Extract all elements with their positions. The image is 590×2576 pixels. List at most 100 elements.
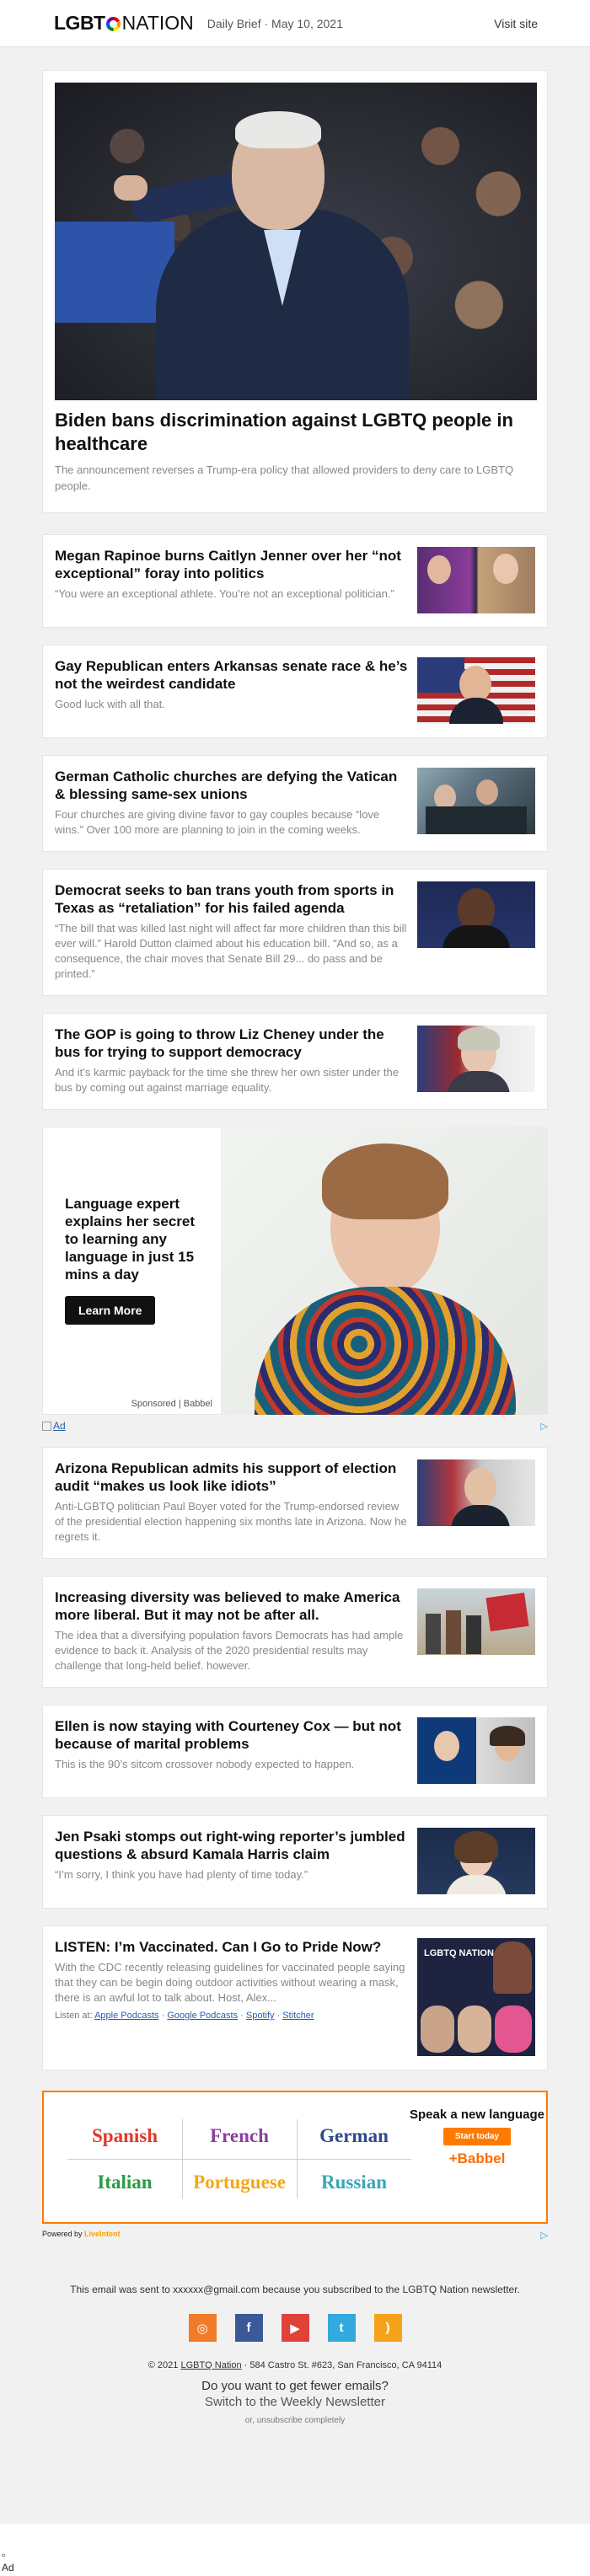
story-title[interactable]: Democrat seeks to ban trans youth from s… xyxy=(55,881,409,917)
story-title[interactable]: The GOP is going to throw Liz Cheney und… xyxy=(55,1026,409,1061)
hair-figure xyxy=(235,111,321,148)
story-thumbnail[interactable] xyxy=(417,881,535,948)
weekly-newsletter-link[interactable]: Switch to the Weekly Newsletter xyxy=(0,2395,590,2409)
listen-at-label: Listen at: xyxy=(55,2011,93,2021)
spotify-link[interactable]: Spotify xyxy=(246,2011,275,2021)
story-card[interactable]: Arizona Republican admits his support of… xyxy=(42,1447,548,1559)
ad-text-panel: Language expert explains her secret to l… xyxy=(42,1127,221,1415)
story-thumbnail[interactable] xyxy=(417,1588,535,1655)
powered-by-line: Powered by LiveIntent ▷ xyxy=(42,2230,548,2241)
start-today-button[interactable]: Start today xyxy=(442,2128,512,2145)
powered-by[interactable]: Powered by LiveIntent xyxy=(42,2230,121,2241)
story-description: This is the 90’s sitcom crossover nobody… xyxy=(55,1758,355,1770)
social-links: ◎ f ▶ t ) xyxy=(0,2314,590,2342)
footer: This email was sent to xxxxxx@gmail.com … xyxy=(0,2262,590,2425)
story-card[interactable]: Megan Rapinoe burns Caitlyn Jenner over … xyxy=(42,534,548,628)
story-description: “You were an exceptional athlete. You’re… xyxy=(55,587,394,600)
story-description: “The bill that was killed last night wil… xyxy=(55,922,407,980)
brief-date: Daily Brief · May 10, 2021 xyxy=(206,16,343,30)
story-thumbnail[interactable] xyxy=(417,768,535,834)
story-thumbnail[interactable] xyxy=(417,547,535,613)
copyright-year: © 2021 xyxy=(148,2360,179,2370)
story-card[interactable]: German Catholic churches are defying the… xyxy=(42,755,548,852)
ad-image[interactable] xyxy=(221,1127,548,1415)
sent-to-notice: This email was sent to xxxxxx@gmail.com … xyxy=(70,2284,520,2295)
hero-description: The announcement reverses a Trump-era po… xyxy=(55,463,514,492)
story-title[interactable]: Increasing diversity was believed to mak… xyxy=(55,1588,409,1624)
story-description: The idea that a diversifying population … xyxy=(55,1629,404,1672)
story-thumbnail[interactable] xyxy=(417,1026,535,1092)
lgbtq-nation-link[interactable]: LGBTQ Nation xyxy=(180,2360,241,2370)
top-bar: LGBT NATION Daily Brief · May 10, 2021 V… xyxy=(0,0,590,47)
twitter-icon[interactable]: t xyxy=(327,2314,356,2342)
story-description: Four churches are giving divine favor to… xyxy=(55,808,380,836)
instagram-icon[interactable]: ◎ xyxy=(188,2314,217,2342)
sponsored-ad[interactable]: Language expert explains her secret to l… xyxy=(42,1127,548,1415)
language-spanish[interactable]: Spanish xyxy=(67,2113,182,2159)
visit-site-link[interactable]: Visit site xyxy=(494,17,538,30)
story-card[interactable]: Gay Republican enters Arkansas senate ra… xyxy=(42,645,548,738)
story-title[interactable]: German Catholic churches are defying the… xyxy=(55,768,409,803)
language-german[interactable]: German xyxy=(297,2113,411,2159)
podcast-title[interactable]: LISTEN: I’m Vaccinated. Can I Go to Prid… xyxy=(55,1938,409,1956)
hero-title[interactable]: Biden bans discrimination against LGBTQ … xyxy=(55,409,535,456)
grid-divider xyxy=(297,2119,298,2198)
liveintent-logo: LiveIntent xyxy=(84,2230,121,2238)
learn-more-button[interactable]: Learn More xyxy=(65,1296,156,1325)
apple-podcasts-link[interactable]: Apple Podcasts xyxy=(94,2011,158,2021)
story-description: Anti-LGBTQ politician Paul Boyer voted f… xyxy=(55,1500,407,1543)
babbel-logo: +Babbel xyxy=(448,2150,506,2166)
story-card[interactable]: Jen Psaki stomps out right-wing reporter… xyxy=(42,1815,548,1909)
language-portuguese[interactable]: Portuguese xyxy=(182,2159,297,2205)
email-page: LGBT NATION Daily Brief · May 10, 2021 V… xyxy=(0,0,590,2576)
podcast-card[interactable]: LISTEN: I’m Vaccinated. Can I Go to Prid… xyxy=(42,1925,548,2070)
story-title[interactable]: Ellen is now staying with Courteney Cox … xyxy=(55,1717,409,1753)
story-card[interactable]: Increasing diversity was believed to mak… xyxy=(42,1576,548,1688)
rainbow-q-icon xyxy=(105,17,121,31)
story-card[interactable]: Democrat seeks to ban trans youth from s… xyxy=(42,869,548,996)
sponsored-label: Sponsored | Babbel xyxy=(131,1399,212,1409)
broken-image-icon xyxy=(42,1421,51,1431)
rss-icon[interactable]: ) xyxy=(373,2314,402,2342)
adchoices-icon[interactable]: ▷ xyxy=(541,1421,548,1432)
language-italian[interactable]: Italian xyxy=(67,2159,182,2205)
story-description: “I’m sorry, I think you have had plenty … xyxy=(55,1868,308,1881)
site-logo[interactable]: LGBT NATION xyxy=(54,12,194,35)
unsubscribe-link[interactable]: or, unsubscribe completely xyxy=(0,2416,590,2425)
language-grid: Spanish French German Italian Portuguese… xyxy=(44,2092,411,2222)
story-title[interactable]: Jen Psaki stomps out right-wing reporter… xyxy=(55,1828,409,1863)
postal-address: · 584 Castro St. #623, San Francisco, CA… xyxy=(244,2360,442,2370)
story-thumbnail[interactable] xyxy=(417,1717,535,1784)
copyright-address: © 2021 LGBTQ Nation · 584 Castro St. #62… xyxy=(0,2360,590,2370)
story-title[interactable]: Arizona Republican admits his support of… xyxy=(55,1459,409,1495)
hero-image[interactable] xyxy=(55,83,537,400)
facebook-icon[interactable]: f xyxy=(234,2314,263,2342)
story-thumbnail[interactable] xyxy=(417,1828,535,1894)
adchoices-icon[interactable]: ▷ xyxy=(541,2230,548,2241)
language-russian[interactable]: Russian xyxy=(297,2159,411,2205)
story-card[interactable]: Ellen is now staying with Courteney Cox … xyxy=(42,1705,548,1798)
powered-by-label: Powered by xyxy=(42,2230,83,2238)
broken-ad-image[interactable]: Ad xyxy=(42,1420,66,1432)
podcast-logo: LGBTQ NATION xyxy=(424,1948,494,1958)
podcast-thumbnail[interactable]: LGBTQ NATION xyxy=(417,1938,535,2056)
story-description: Good luck with all that. xyxy=(55,698,165,710)
story-thumbnail[interactable] xyxy=(417,657,535,724)
speak-language-text: Speak a new language xyxy=(409,2107,545,2122)
story-title[interactable]: Megan Rapinoe burns Caitlyn Jenner over … xyxy=(55,547,409,582)
ad-headline[interactable]: Language expert explains her secret to l… xyxy=(65,1195,201,1283)
story-description: And it’s karmic payback for the time she… xyxy=(55,1066,400,1094)
google-podcasts-link[interactable]: Google Podcasts xyxy=(167,2011,238,2021)
language-french[interactable]: French xyxy=(182,2113,297,2159)
broken-ad-alt: Ad xyxy=(2,2562,14,2573)
story-card[interactable]: The GOP is going to throw Liz Cheney und… xyxy=(42,1013,548,1110)
logo-text-lgbt: LGBT xyxy=(54,12,105,34)
story-title[interactable]: Gay Republican enters Arkansas senate ra… xyxy=(55,657,409,693)
stitcher-link[interactable]: Stitcher xyxy=(282,2011,314,2021)
bottom-ad[interactable]: ▫ Ad xyxy=(0,2524,590,2576)
youtube-icon[interactable]: ▶ xyxy=(281,2314,309,2342)
broken-ad-alt: Ad xyxy=(53,1420,66,1432)
hero-story[interactable]: Biden bans discrimination against LGBTQ … xyxy=(42,70,548,513)
language-ad[interactable]: Spanish French German Italian Portuguese… xyxy=(42,2091,548,2224)
story-thumbnail[interactable] xyxy=(417,1459,535,1526)
